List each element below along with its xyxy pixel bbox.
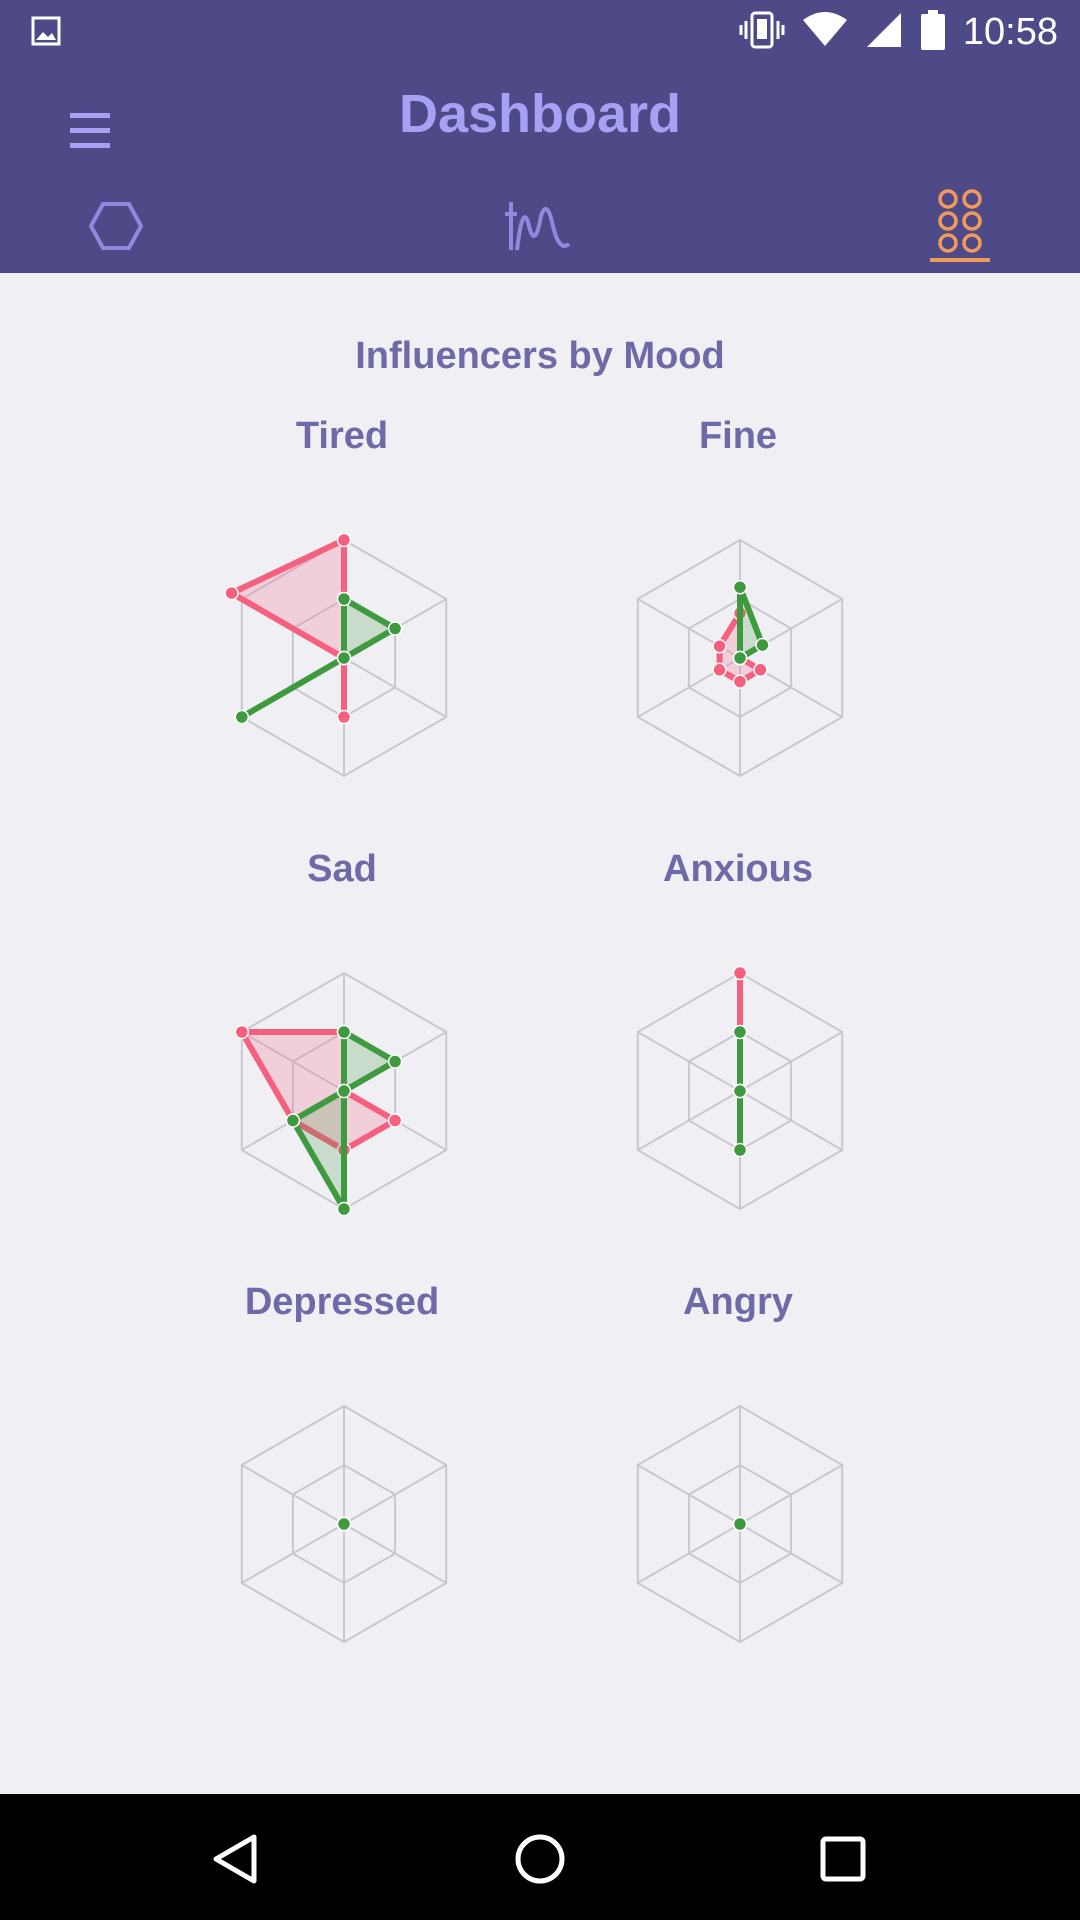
mood-label-anxious: Anxious: [663, 848, 813, 890]
positive-series-point: [336, 1201, 352, 1217]
positive-series-point: [755, 637, 770, 653]
mood-label-tired: Tired: [295, 415, 389, 457]
hexagon-icon: [88, 201, 144, 250]
tab-trends[interactable]: [478, 178, 598, 273]
battery-icon: [920, 10, 945, 54]
positive-series-point: [732, 1024, 748, 1040]
nav-home-button[interactable]: [500, 1819, 580, 1899]
nav-back-button[interactable]: [196, 1819, 276, 1899]
vibrate-icon: [739, 11, 785, 53]
negative-series-point: [336, 532, 352, 548]
radar-chart-tired: [224, 532, 448, 778]
positive-series-point: [336, 1083, 352, 1099]
radar-chart-fine: [636, 538, 844, 778]
status-clock: 10:58: [962, 10, 1058, 53]
negative-series-point: [732, 674, 748, 689]
app-bar: Dashboard: [0, 63, 1080, 273]
home-icon: [515, 1834, 565, 1884]
back-icon: [213, 1834, 257, 1884]
image-icon: [31, 16, 61, 46]
radar-chart-angry: [636, 1404, 844, 1644]
status-bar: 10:58: [0, 0, 1080, 63]
negative-series-point: [224, 585, 239, 601]
mood-label-sad: Sad: [307, 848, 377, 890]
influencers-content: Influencers by Mood Tired Fine Sad Anxio…: [0, 273, 1080, 1793]
negative-series-point: [336, 709, 352, 725]
negative-series-point: [234, 1024, 250, 1040]
mood-label-angry: Angry: [683, 1281, 793, 1323]
recents-icon: [820, 1836, 866, 1882]
negative-series-point: [712, 662, 727, 678]
positive-series-point: [285, 1113, 301, 1128]
tab-overview[interactable]: [56, 178, 176, 273]
radar-chart-anxious: [636, 965, 844, 1211]
system-nav-bar: [0, 1794, 1080, 1920]
section-title: Influencers by Mood: [355, 335, 725, 377]
wifi-icon: [802, 12, 847, 52]
tab-influencers[interactable]: [900, 178, 1020, 273]
positive-series-point: [732, 579, 748, 595]
signal-icon: [865, 11, 903, 53]
positive-series-point: [387, 621, 403, 636]
positive-series-point: [732, 1516, 748, 1532]
wave-chart-icon: [505, 201, 571, 250]
positive-series-point: [336, 1024, 352, 1040]
page-title: Dashboard: [398, 84, 682, 144]
negative-series-point: [712, 638, 727, 654]
tab-bar: [0, 178, 1080, 273]
nav-recents-button[interactable]: [803, 1819, 883, 1899]
positive-series-point: [336, 650, 352, 666]
mood-label-fine: Fine: [698, 415, 778, 457]
positive-series-point: [234, 709, 250, 725]
positive-series-point: [387, 1054, 403, 1069]
radar-chart-sad: [234, 971, 448, 1217]
influencers-grid-icon: [930, 188, 990, 262]
negative-series-point: [753, 662, 768, 678]
positive-series-point: [732, 650, 748, 666]
radar-chart-depressed: [240, 1404, 448, 1644]
negative-series-point: [387, 1113, 403, 1128]
positive-series-point: [732, 1083, 748, 1099]
mood-label-depressed: Depressed: [244, 1281, 440, 1323]
positive-series-point: [732, 1142, 748, 1158]
negative-series-point: [732, 965, 748, 981]
positive-series-point: [336, 591, 352, 607]
positive-series-point: [336, 1516, 352, 1532]
